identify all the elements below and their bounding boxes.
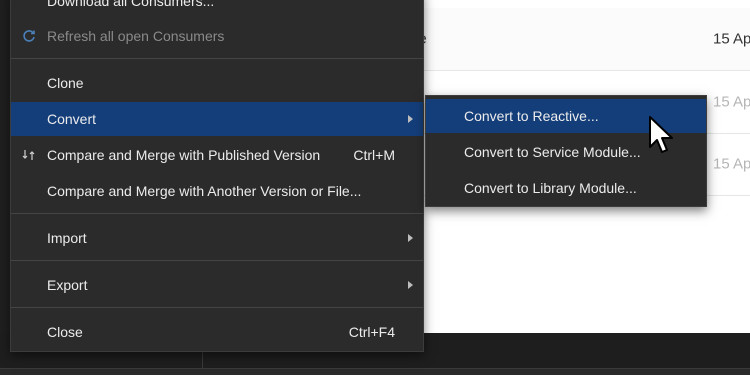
row-date: 15 Ap bbox=[713, 30, 750, 48]
menu-item-shortcut: Ctrl+M bbox=[353, 147, 395, 163]
menu-separator bbox=[11, 307, 423, 308]
menu-item-label: Clone bbox=[47, 75, 84, 91]
row-date: 15 Ap bbox=[713, 93, 750, 111]
menu-separator bbox=[11, 58, 423, 59]
submenu-item-label: Convert to Service Module... bbox=[464, 144, 641, 160]
menu-item-close[interactable]: Close Ctrl+F4 bbox=[11, 315, 423, 349]
menu-item-refresh[interactable]: Refresh all open Consumers bbox=[11, 19, 423, 53]
menu-item-label: Convert bbox=[47, 111, 97, 127]
chevron-right-icon bbox=[408, 234, 413, 242]
menu-item-label: Compare and Merge with Another Version o… bbox=[47, 183, 362, 199]
menu-separator bbox=[11, 213, 423, 214]
table-row[interactable]: ne 15 Ap bbox=[400, 8, 750, 71]
menu-item-compare-published[interactable]: Compare and Merge with Published Version… bbox=[11, 138, 423, 172]
menu-item-download-all[interactable]: Download all Consumers... bbox=[11, 0, 423, 18]
menu-item-label: Close bbox=[47, 324, 83, 340]
menu-item-label: Download all Consumers... bbox=[47, 0, 215, 9]
menu-item-shortcut: Ctrl+F4 bbox=[348, 324, 395, 340]
menu-item-label: Import bbox=[47, 230, 87, 246]
menu-separator bbox=[11, 260, 423, 261]
menu-item-import[interactable]: Import bbox=[11, 221, 423, 255]
menu-item-convert[interactable]: Convert bbox=[11, 102, 423, 136]
menu-item-export[interactable]: Export bbox=[11, 268, 423, 302]
context-menu: Download all Consumers... Refresh all op… bbox=[10, 0, 424, 352]
menu-item-label: Export bbox=[47, 277, 88, 293]
submenu-item-convert-library-module[interactable]: Convert to Library Module... bbox=[426, 171, 706, 205]
submenu-item-label: Convert to Reactive... bbox=[464, 108, 599, 124]
refresh-icon bbox=[21, 28, 37, 44]
mouse-cursor-icon bbox=[648, 115, 676, 157]
chevron-right-icon bbox=[408, 281, 413, 289]
menu-item-label: Refresh all open Consumers bbox=[47, 28, 225, 44]
compare-arrows-icon bbox=[21, 147, 37, 163]
submenu-item-label: Convert to Library Module... bbox=[464, 180, 637, 196]
bottom-strip bbox=[0, 368, 750, 375]
chevron-right-icon bbox=[408, 115, 413, 123]
menu-item-compare-another[interactable]: Compare and Merge with Another Version o… bbox=[11, 174, 423, 208]
menu-item-label: Compare and Merge with Published Version bbox=[47, 147, 321, 163]
menu-item-clone[interactable]: Clone bbox=[11, 66, 423, 100]
row-date: 15 Ap bbox=[713, 155, 750, 173]
